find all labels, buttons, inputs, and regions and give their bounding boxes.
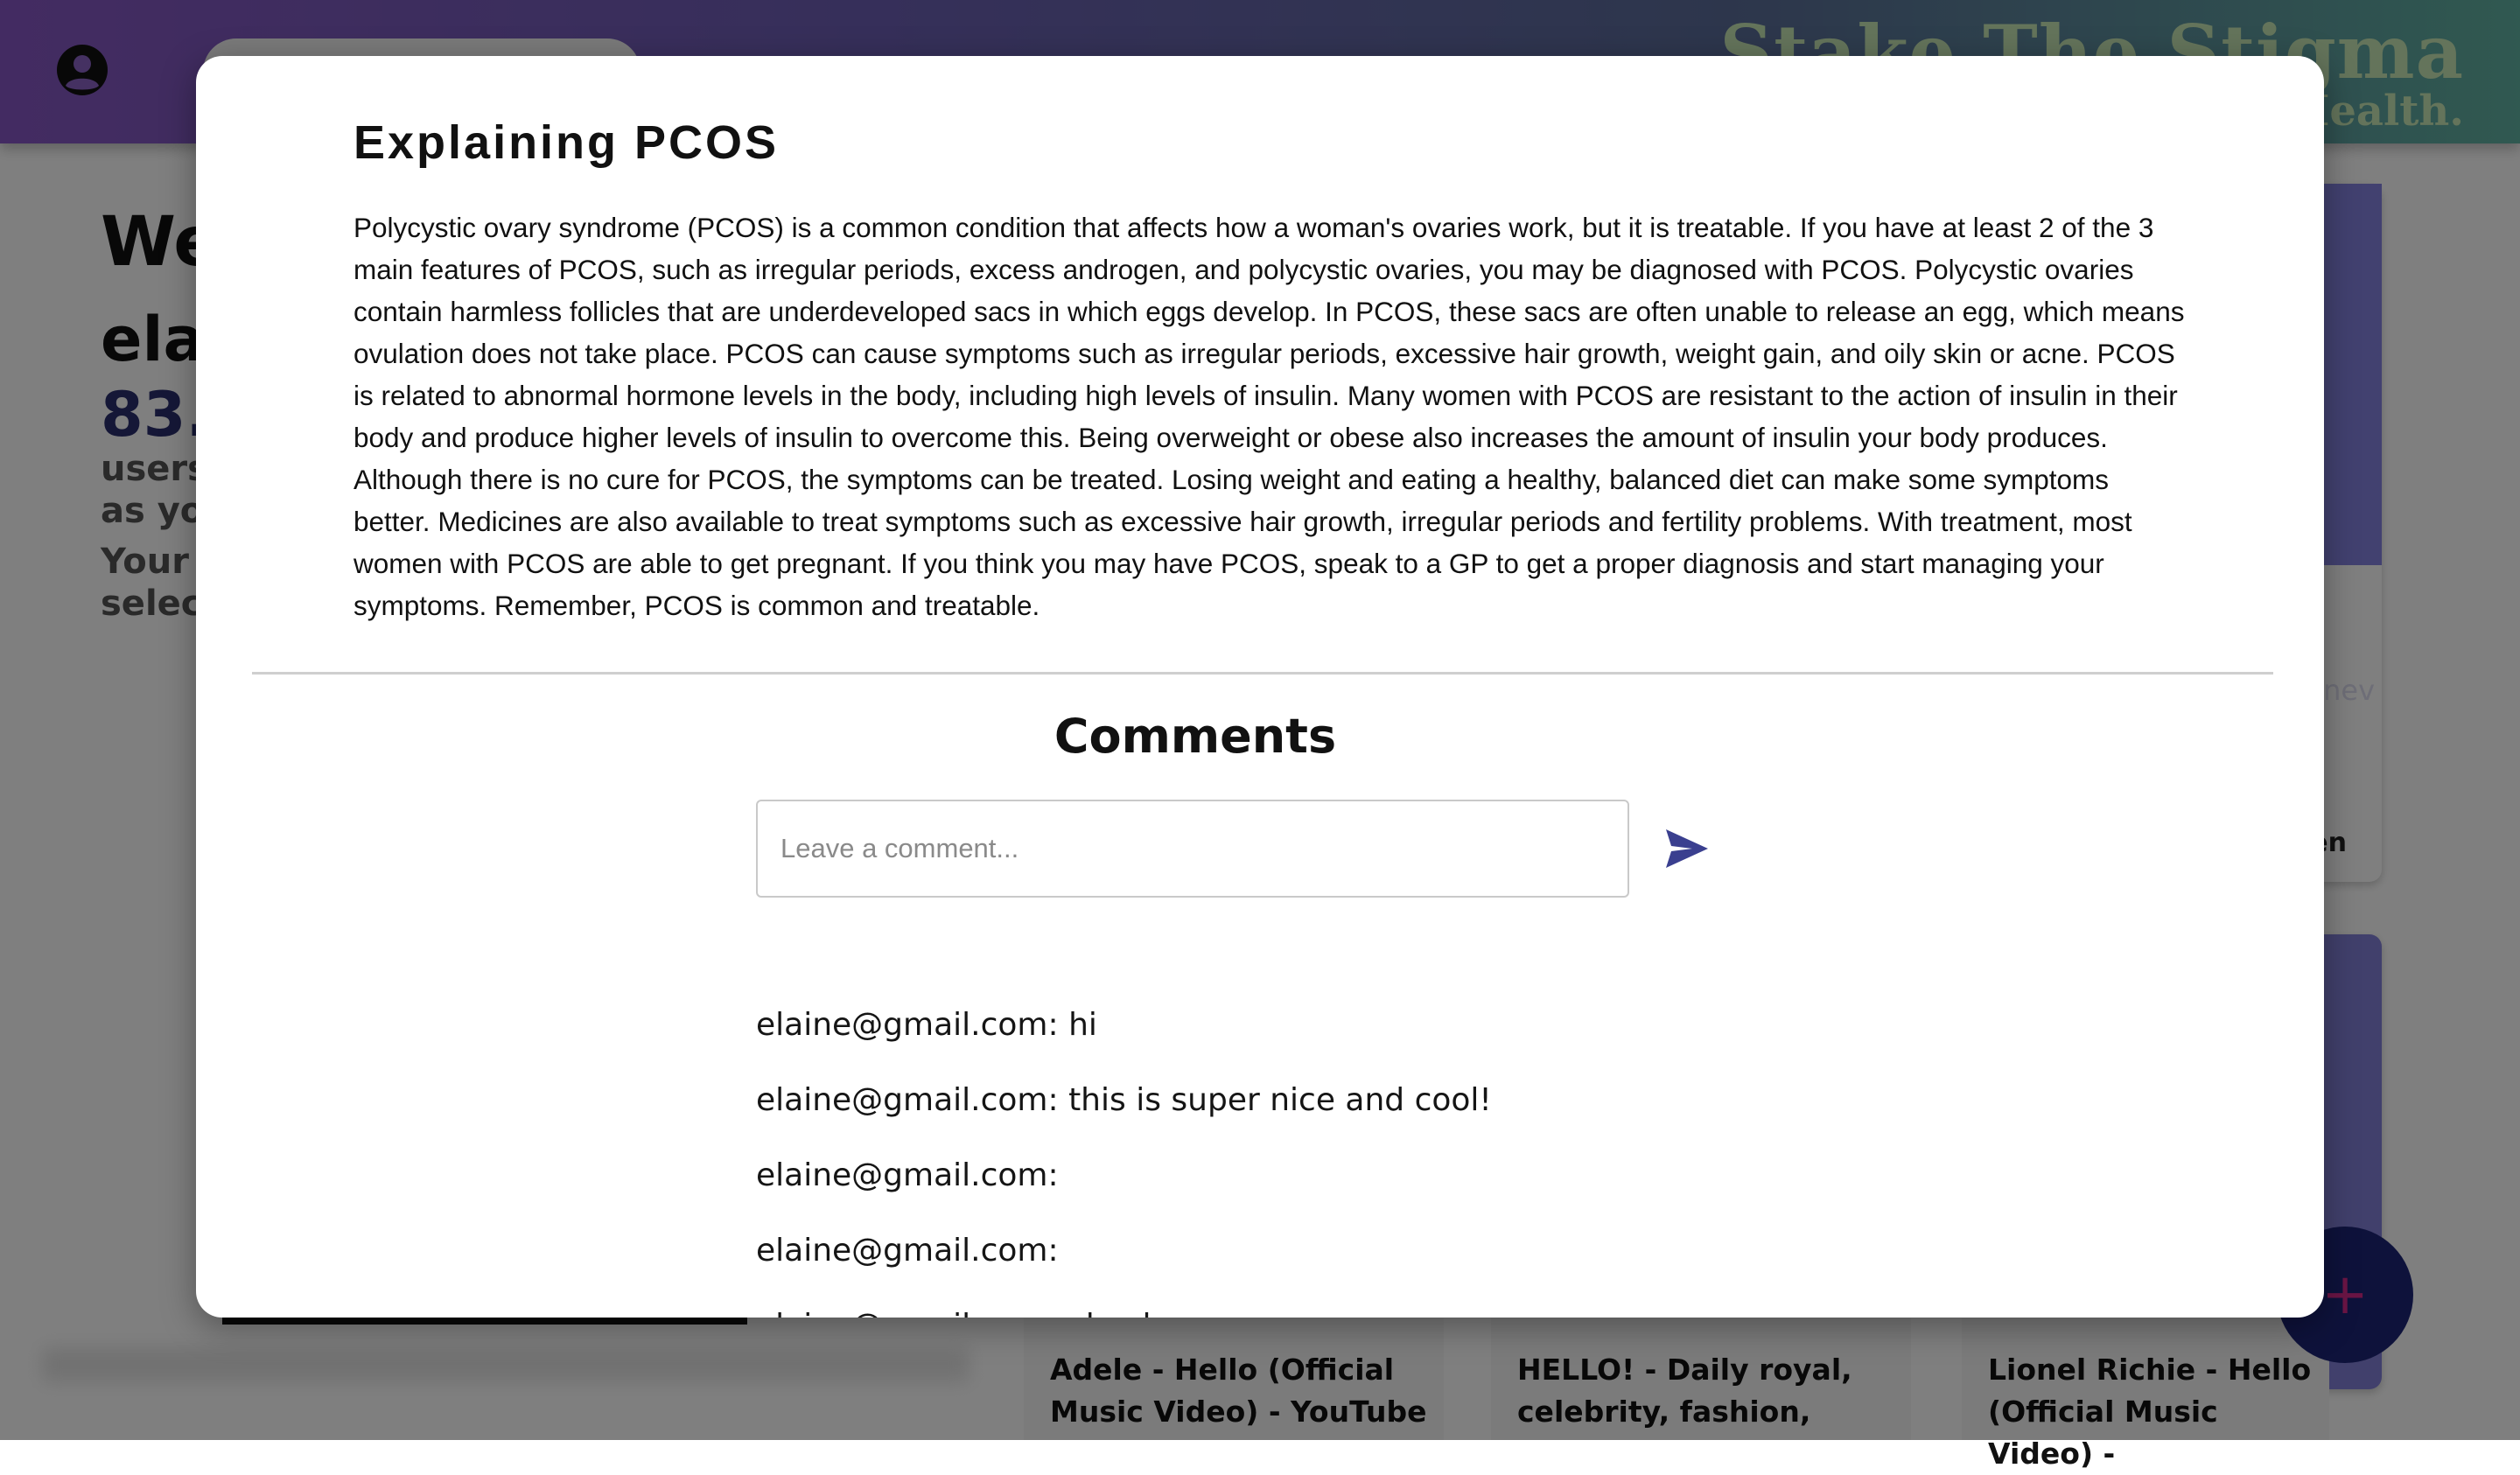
comments-heading: Comments xyxy=(1054,709,1337,764)
comment-item: elaine@gmail.com: xyxy=(756,1233,1059,1269)
comment-input[interactable] xyxy=(756,800,1629,898)
article-body: Polycystic ovary syndrome (PCOS) is a co… xyxy=(354,212,2185,621)
article-modal: Explaining PCOS Polycystic ovary syndrom… xyxy=(196,56,2324,1318)
divider xyxy=(252,672,2273,675)
comment-item: elaine@gmail.com: this is super nice and… xyxy=(756,1082,1492,1118)
comment-item: elaine@gmail.com: xyxy=(756,1157,1059,1193)
article-title: Explaining PCOS xyxy=(354,116,780,169)
send-icon[interactable] xyxy=(1662,824,1712,873)
comment-item: elaine@gmail.com: hi xyxy=(756,1007,1097,1043)
comment-item: elaine@gmail.com: check xyxy=(756,1307,2244,1318)
comments-list: elaine@gmail.com: hi elaine@gmail.com: t… xyxy=(756,1006,2244,1318)
